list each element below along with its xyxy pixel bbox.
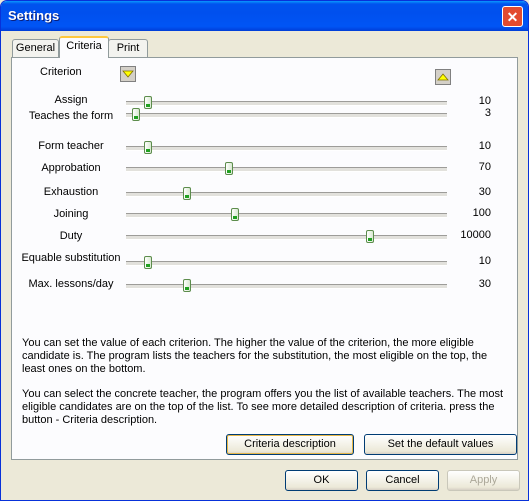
tab-print[interactable]: Print xyxy=(108,39,148,57)
criterion-label: Duty xyxy=(59,230,83,242)
slider-thumb[interactable] xyxy=(144,141,153,154)
criterion-label: Assign xyxy=(54,94,88,106)
description-paragraph-1: You can set the value of each criterion.… xyxy=(22,337,488,375)
criterion-value: 30 xyxy=(478,278,491,290)
criterion-value: 10000 xyxy=(460,229,491,241)
criterion-slider[interactable] xyxy=(126,162,447,175)
criterion-label: Form teacher xyxy=(38,140,104,152)
criterion-value: 10 xyxy=(478,255,491,267)
close-button[interactable]: ✕ xyxy=(502,6,523,27)
slider-thumb[interactable] xyxy=(231,208,240,221)
criterion-value: 100 xyxy=(472,207,491,219)
sort-up-button[interactable] xyxy=(435,69,451,85)
criterion-label: Equable substitution xyxy=(21,252,121,264)
window-title: Settings xyxy=(8,8,60,23)
tab-general[interactable]: General xyxy=(12,39,59,57)
criterion-value: 70 xyxy=(478,161,491,173)
criterion-slider[interactable] xyxy=(126,141,447,154)
ok-button[interactable]: OK xyxy=(285,470,358,491)
criterion-slider[interactable] xyxy=(126,187,447,200)
tab-print-label: Print xyxy=(116,42,140,54)
criterion-label: Approbation xyxy=(41,162,101,174)
criterion-slider[interactable] xyxy=(126,230,447,243)
criterion-value: 10 xyxy=(478,95,491,107)
settings-window: Settings ✕ General Criteria Print Criter… xyxy=(0,0,529,501)
slider-thumb[interactable] xyxy=(182,279,191,292)
cancel-button[interactable]: Cancel xyxy=(366,470,439,491)
criterion-label: Max. lessons/day xyxy=(28,278,114,290)
description-paragraph-2: You can select the concrete teacher, the… xyxy=(22,388,504,426)
criteria-description-button[interactable]: Criteria description xyxy=(226,434,354,455)
title-bar[interactable]: Settings ✕ xyxy=(1,1,528,31)
criterion-label: Exhaustion xyxy=(43,186,99,198)
criteria-panel: Criterion Assign 10 Teaches the form 3 Form … xyxy=(11,57,518,460)
close-icon: ✕ xyxy=(506,9,519,25)
criterion-slider[interactable] xyxy=(126,208,447,221)
sort-down-button[interactable] xyxy=(120,66,136,82)
slider-thumb[interactable] xyxy=(182,187,191,200)
slider-thumb[interactable] xyxy=(224,162,233,175)
arrow-down-icon xyxy=(122,70,134,78)
criterion-slider[interactable] xyxy=(126,96,447,109)
slider-thumb[interactable] xyxy=(144,96,153,109)
criterion-label: Teaches the form xyxy=(28,110,114,122)
arrow-up-icon xyxy=(437,73,449,81)
criterion-slider[interactable] xyxy=(126,256,447,269)
tab-general-label: General xyxy=(15,42,56,54)
criterion-header: Criterion xyxy=(40,66,82,78)
criterion-label: Joining xyxy=(53,208,89,220)
criterion-value: 30 xyxy=(478,186,491,198)
tab-criteria-label: Criteria xyxy=(66,40,102,52)
criterion-slider[interactable] xyxy=(126,279,447,292)
slider-thumb[interactable] xyxy=(365,230,374,243)
criterion-slider[interactable] xyxy=(126,108,447,121)
criterion-value: 10 xyxy=(478,140,491,152)
set-default-values-button[interactable]: Set the default values xyxy=(364,434,517,455)
criterion-value: 3 xyxy=(484,107,491,119)
slider-thumb[interactable] xyxy=(131,108,140,121)
tab-criteria[interactable]: Criteria xyxy=(59,36,109,58)
apply-button[interactable]: Apply xyxy=(447,470,520,491)
slider-thumb[interactable] xyxy=(144,256,153,269)
